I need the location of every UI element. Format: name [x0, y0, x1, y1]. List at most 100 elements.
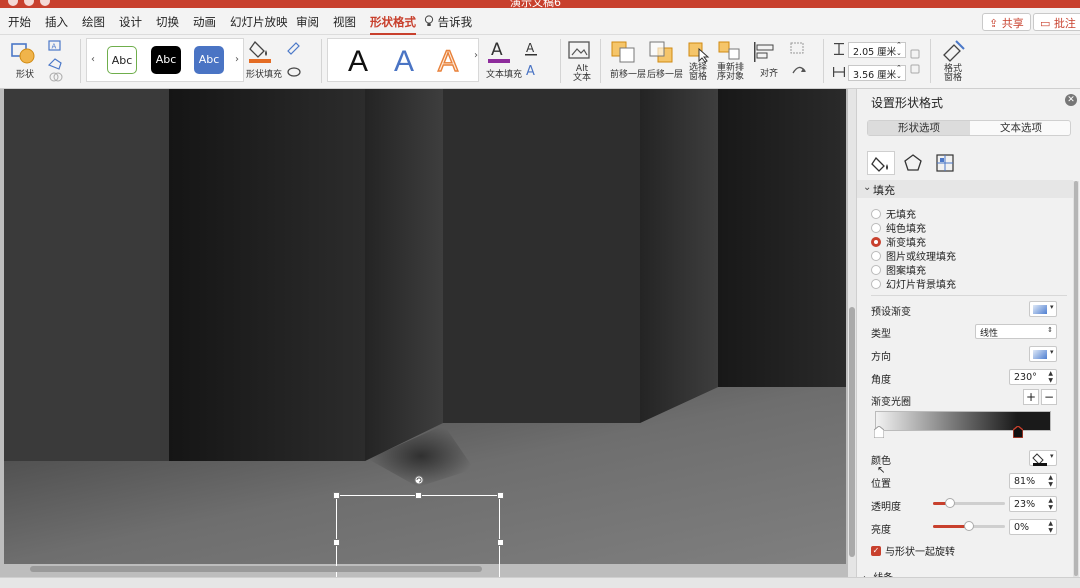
stop-color-dropdown[interactable]: ▾ — [1029, 450, 1057, 466]
transparency-slider[interactable] — [933, 498, 1005, 508]
window-controls[interactable] — [8, 0, 56, 8]
share-label: 共享 — [1001, 17, 1024, 30]
radio-picture-fill[interactable]: 图片或纹理填充 — [871, 248, 956, 263]
text-outline-effects-icon[interactable]: A A — [524, 40, 550, 80]
rotate-handle-icon[interactable] — [414, 475, 424, 485]
transparency-input[interactable]: 23% ▲ ▼ — [1009, 496, 1057, 512]
tab-shape-format[interactable]: 形状格式 — [370, 14, 416, 35]
gradient-stop-selected[interactable] — [1013, 426, 1023, 438]
reorder-objects-label: 重新排 序对象 — [717, 63, 745, 82]
slide-artwork — [4, 89, 846, 564]
add-stop-button[interactable]: + — [1023, 389, 1039, 405]
wordart-next-icon[interactable]: › — [474, 50, 478, 61]
send-backward-icon[interactable] — [648, 39, 678, 65]
selection-pane-icon[interactable] — [687, 39, 711, 63]
ribbon-divider — [823, 39, 824, 83]
style-sample-black[interactable]: Abc — [151, 46, 181, 74]
direction-dropdown[interactable]: ▾ — [1029, 346, 1057, 362]
vertical-scroll-thumb[interactable] — [849, 307, 855, 557]
format-pane-label: 格式 窗格 — [944, 64, 963, 83]
text-fill-icon[interactable]: A — [487, 38, 513, 64]
lock-aspect-icon[interactable] — [909, 49, 921, 75]
preset-gradient-dropdown[interactable]: ▾ — [1029, 301, 1057, 317]
shape-outline-effects-icon[interactable] — [285, 41, 307, 81]
share-button[interactable]: ⇪ 共享 — [982, 13, 1031, 31]
gradient-stops-bar[interactable] — [875, 411, 1051, 431]
width-stepper[interactable]: ⌃ ⌄ — [896, 64, 902, 80]
tab-review[interactable]: 审阅 — [296, 14, 319, 30]
fill-section-header[interactable]: ⌄ 填充 — [857, 180, 1073, 198]
tab-view[interactable]: 视图 — [333, 14, 356, 30]
tab-home[interactable]: 开始 — [8, 14, 31, 30]
tab-slideshow[interactable]: 幻灯片放映 — [230, 14, 288, 30]
panel-option-tabs: 形状选项 文本选项 — [867, 120, 1071, 136]
tab-draw[interactable]: 绘图 — [82, 14, 105, 30]
resize-handle-ne[interactable] — [497, 492, 504, 499]
brightness-input[interactable]: 0% ▲ ▼ — [1009, 519, 1057, 535]
selected-shape-frame[interactable] — [333, 475, 504, 577]
radio-solid-fill[interactable]: 纯色填充 — [871, 220, 926, 235]
alt-text-icon[interactable] — [567, 40, 591, 62]
resize-handle-nw[interactable] — [333, 492, 340, 499]
comment-button[interactable]: ▭ 批注 — [1033, 13, 1080, 31]
paint-bucket-icon — [871, 156, 888, 172]
slide[interactable] — [4, 89, 846, 564]
height-stepper[interactable]: ⌃ ⌄ — [896, 41, 902, 57]
edit-shape-icon[interactable]: A — [47, 39, 69, 85]
gallery-prev-icon[interactable]: ‹ — [91, 54, 95, 65]
gradient-type-select[interactable]: 线性 ⇕ — [975, 324, 1057, 339]
angle-input[interactable]: 230° ▲ ▼ — [1009, 369, 1057, 385]
tab-shape-options[interactable]: 形状选项 — [868, 121, 970, 135]
tab-tell-me[interactable]: 告诉我 — [424, 14, 472, 30]
fill-line-tab[interactable] — [867, 151, 895, 175]
svg-text:A: A — [526, 64, 535, 79]
format-pane-icon[interactable] — [940, 39, 966, 65]
gradient-stop-start[interactable] — [874, 426, 884, 438]
svg-text:A: A — [491, 40, 503, 60]
share-icon: ⇪ — [989, 17, 999, 30]
horizontal-scrollbar[interactable] — [30, 566, 482, 572]
alt-text-label: Alt 文本 — [573, 64, 592, 83]
size-properties-tab[interactable] — [931, 151, 959, 175]
wordart-sample-blue[interactable]: A — [394, 45, 414, 79]
vertical-scrollbar[interactable] — [848, 89, 856, 577]
tab-design[interactable]: 设计 — [119, 14, 142, 30]
resize-handle-e[interactable] — [497, 539, 504, 546]
tab-text-options[interactable]: 文本选项 — [970, 121, 1072, 135]
resize-handle-n[interactable] — [415, 492, 422, 499]
reorder-objects-icon[interactable] — [717, 39, 747, 63]
position-label: 位置 — [871, 479, 891, 490]
svg-text:A: A — [526, 41, 535, 55]
group-rotate-icon[interactable] — [789, 41, 811, 81]
shape-fill-icon[interactable] — [249, 38, 273, 64]
style-sample-outline[interactable]: Abc — [107, 46, 137, 74]
align-icon[interactable] — [752, 41, 778, 63]
resize-handle-w[interactable] — [333, 539, 340, 546]
close-icon[interactable]: ✕ — [1065, 94, 1077, 106]
shapes-icon[interactable] — [10, 39, 36, 65]
wordart-gallery: A A A — [327, 38, 479, 82]
gallery-next-icon[interactable]: › — [235, 54, 239, 65]
panel-scrollbar[interactable] — [1073, 181, 1079, 581]
comment-icon: ▭ — [1040, 17, 1051, 30]
remove-stop-button[interactable]: − — [1041, 389, 1057, 405]
brightness-slider[interactable] — [933, 521, 1005, 531]
radio-pattern-fill[interactable]: 图案填充 — [871, 262, 926, 277]
bring-forward-icon[interactable] — [610, 39, 640, 65]
effects-tab[interactable] — [899, 151, 927, 175]
rotate-with-shape-checkbox[interactable]: ✓ 与形状一起旋转 — [871, 543, 955, 558]
radio-slide-background-fill[interactable]: 幻灯片背景填充 — [871, 276, 956, 291]
tab-transitions[interactable]: 切换 — [156, 14, 179, 30]
panel-scroll-thumb[interactable] — [1074, 181, 1078, 576]
wordart-sample-black[interactable]: A — [348, 45, 368, 79]
title-bar: 演示文稿6 — [0, 0, 1080, 8]
tab-insert[interactable]: 插入 — [45, 14, 68, 30]
tab-animations[interactable]: 动画 — [193, 14, 216, 30]
ribbon-divider — [321, 39, 322, 83]
radio-gradient-fill[interactable]: 渐变填充 — [871, 234, 926, 249]
shape-label: 形状 — [16, 70, 35, 80]
wordart-sample-orange[interactable]: A — [437, 44, 458, 79]
style-sample-blue[interactable]: Abc — [194, 46, 224, 74]
radio-no-fill[interactable]: 无填充 — [871, 206, 916, 221]
position-input[interactable]: 81% ▲ ▼ — [1009, 473, 1057, 489]
